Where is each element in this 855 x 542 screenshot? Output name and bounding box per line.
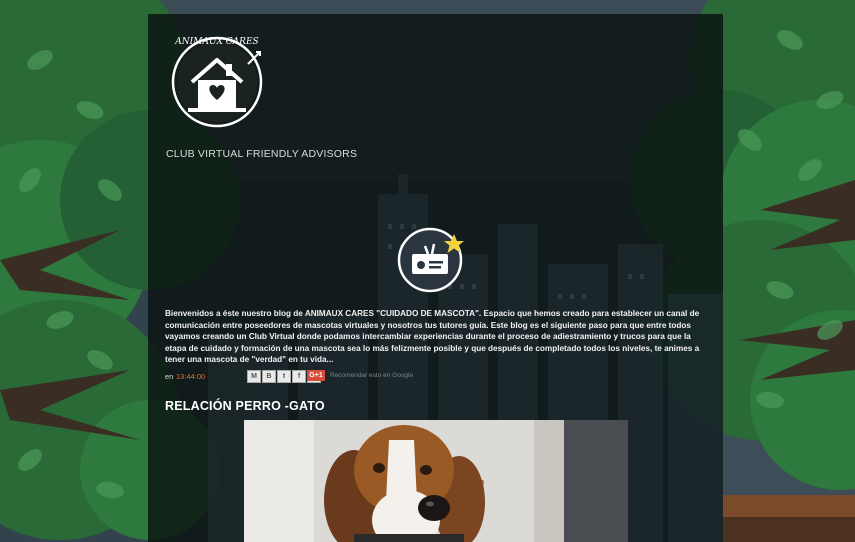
- beagle-dog-photo[interactable]: [244, 420, 628, 542]
- recommend-text: Recomendar esto en Google: [330, 372, 414, 379]
- google-plus-button[interactable]: G+1: [307, 370, 325, 381]
- post-date-prefix: en: [165, 372, 174, 381]
- blog-tagline: CLUB VIRTUAL FRIENDLY ADVISORS: [166, 148, 358, 160]
- blogthis-icon[interactable]: B: [262, 370, 276, 383]
- post-intro-text: Bienvenidos a éste nuestro blog de ANIMA…: [165, 309, 700, 365]
- post-meta-bar: en 13:44:00 M B t f P G+1 Recomendar est…: [165, 370, 565, 384]
- blog-main-column: ANIMAUX CARES CLUB VIRTUAL FRIENDLY ADVI…: [148, 14, 723, 542]
- animaux-cares-logo: ANIMAUX CARES: [171, 36, 263, 128]
- post-timestamp-link[interactable]: 13:44:00: [176, 372, 205, 381]
- email-icon[interactable]: M: [247, 370, 261, 383]
- post-title[interactable]: RELACIÓN PERRO -GATO: [165, 399, 325, 413]
- id-badge-star-icon: [397, 227, 464, 293]
- twitter-icon[interactable]: t: [277, 370, 291, 383]
- facebook-icon[interactable]: f: [292, 370, 306, 383]
- logo-text: ANIMAUX CARES: [174, 37, 258, 47]
